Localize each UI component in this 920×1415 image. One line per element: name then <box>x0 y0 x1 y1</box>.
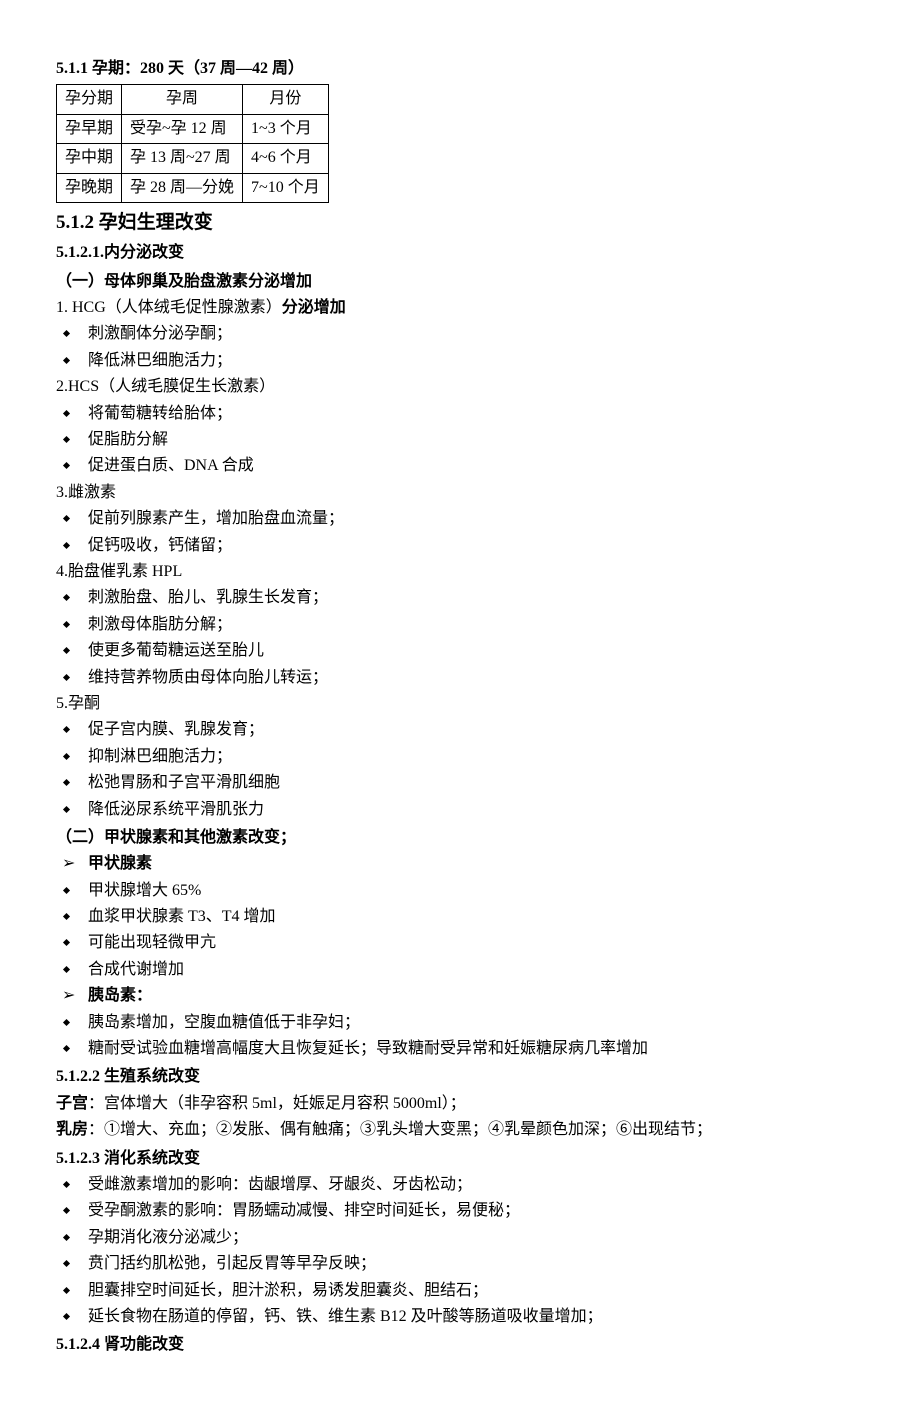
cell: 孕中期 <box>57 144 122 173</box>
list-item: 合成代谢增加 <box>56 957 864 983</box>
list-item: 受雌激素增加的影响：齿龈增厚、牙龈炎、牙齿松动； <box>56 1172 864 1198</box>
para-uterus: 子宫：宫体增大（非孕容积 5ml，妊娠足月容积 5000ml）； <box>56 1091 864 1117</box>
list-item: 将葡萄糖转给胎体； <box>56 401 864 427</box>
para-progesterone: 5.孕酮 <box>56 691 864 717</box>
section-two-title: （二）甲状腺素和其他激素改变； <box>56 825 864 851</box>
list-hcg: 刺激酮体分泌孕酮； 降低淋巴细胞活力； <box>56 321 864 374</box>
list-item: 刺激胎盘、胎儿、乳腺生长发育； <box>56 585 864 611</box>
text-bold: 分泌增加 <box>282 299 346 316</box>
heading-5-1-2-1: 5.1.2.1.内分泌改变 <box>56 240 864 266</box>
arrow-list-thyroid: 甲状腺素 <box>56 851 864 877</box>
list-item: 抑制淋巴细胞活力； <box>56 744 864 770</box>
pregnancy-period-table: 孕分期 孕周 月份 孕早期 受孕~孕 12 周 1~3 个月 孕中期 孕 13 … <box>56 84 329 203</box>
list-item: 可能出现轻微甲亢 <box>56 930 864 956</box>
table-row: 孕中期 孕 13 周~27 周 4~6 个月 <box>57 144 329 173</box>
list-item: 受孕酮激素的影响：胃肠蠕动减慢、排空时间延长，易便秘； <box>56 1198 864 1224</box>
cell: 孕晚期 <box>57 173 122 202</box>
list-item: 胰岛素增加，空腹血糖值低于非孕妇； <box>56 1010 864 1036</box>
list-item: 孕期消化液分泌减少； <box>56 1225 864 1251</box>
arrow-item: 胰岛素： <box>56 983 864 1009</box>
list-item: 促子宫内膜、乳腺发育； <box>56 717 864 743</box>
list-item: 降低泌尿系统平滑肌张力 <box>56 797 864 823</box>
list-insulin: 胰岛素增加，空腹血糖值低于非孕妇； 糖耐受试验血糖增高幅度大且恢复延长；导致糖耐… <box>56 1010 864 1063</box>
arrow-list-insulin: 胰岛素： <box>56 983 864 1009</box>
list-item: 促钙吸收，钙储留； <box>56 533 864 559</box>
list-item: 刺激母体脂肪分解； <box>56 612 864 638</box>
text: （人体绒毛促性腺激素） <box>106 299 282 316</box>
para-breast: 乳房：①增大、充血；②发胀、偶有触痛；③乳头增大变黑；④乳晕颜色加深；⑥出现结节… <box>56 1117 864 1143</box>
heading-5-1-2-2: 5.1.2.2 生殖系统改变 <box>56 1064 864 1090</box>
table-row: 孕晚期 孕 28 周—分娩 7~10 个月 <box>57 173 329 202</box>
list-item: 血浆甲状腺素 T3、T4 增加 <box>56 904 864 930</box>
list-item: 胆囊排空时间延长，胆汁淤积，易诱发胆囊炎、胆结石； <box>56 1278 864 1304</box>
para-estrogen: 3.雌激素 <box>56 480 864 506</box>
list-item: 维持营养物质由母体向胎儿转运； <box>56 665 864 691</box>
heading-5-1-2-3: 5.1.2.3 消化系统改变 <box>56 1146 864 1172</box>
cell: 孕早期 <box>57 114 122 143</box>
para-hcg: 1. HCG（人体绒毛促性腺激素）分泌增加 <box>56 295 864 321</box>
cell: 孕 28 周—分娩 <box>122 173 243 202</box>
list-item: 促脂肪分解 <box>56 427 864 453</box>
th-month: 月份 <box>243 85 329 114</box>
text-bold: 乳房 <box>56 1121 88 1138</box>
section-one-title: （一）母体卵巢及胎盘激素分泌增加 <box>56 269 864 295</box>
list-progesterone: 促子宫内膜、乳腺发育； 抑制淋巴细胞活力； 松弛胃肠和子宫平滑肌细胞 降低泌尿系… <box>56 717 864 823</box>
heading-5-1-1: 5.1.1 孕期：280 天（37 周—42 周） <box>56 56 864 82</box>
list-item: 甲状腺增大 65% <box>56 878 864 904</box>
arrow-item: 甲状腺素 <box>56 851 864 877</box>
list-hpl: 刺激胎盘、胎儿、乳腺生长发育； 刺激母体脂肪分解； 使更多葡萄糖运送至胎儿 维持… <box>56 585 864 691</box>
text: ：①增大、充血；②发胀、偶有触痛；③乳头增大变黑；④乳晕颜色加深；⑥出现结节； <box>88 1121 712 1138</box>
para-hcs: 2.HCS（人绒毛膜促生长激素） <box>56 374 864 400</box>
list-hcs: 将葡萄糖转给胎体； 促脂肪分解 促进蛋白质、DNA 合成 <box>56 401 864 480</box>
cell: 孕 13 周~27 周 <box>122 144 243 173</box>
th-period: 孕分期 <box>57 85 122 114</box>
heading-5-1-2: 5.1.2 孕妇生理改变 <box>56 207 864 238</box>
list-item: 贲门括约肌松弛，引起反胃等早孕反映； <box>56 1251 864 1277</box>
heading-5-1-2-4: 5.1.2.4 肾功能改变 <box>56 1332 864 1358</box>
list-item: 促进蛋白质、DNA 合成 <box>56 453 864 479</box>
list-item: 糖耐受试验血糖增高幅度大且恢复延长；导致糖耐受异常和妊娠糖尿病几率增加 <box>56 1036 864 1062</box>
th-week: 孕周 <box>122 85 243 114</box>
list-estrogen: 促前列腺素产生，增加胎盘血流量； 促钙吸收，钙储留； <box>56 506 864 559</box>
cell: 1~3 个月 <box>243 114 329 143</box>
text: 1. HCG <box>56 299 106 316</box>
cell: 受孕~孕 12 周 <box>122 114 243 143</box>
table-header-row: 孕分期 孕周 月份 <box>57 85 329 114</box>
cell: 7~10 个月 <box>243 173 329 202</box>
text-bold: 子宫 <box>56 1095 88 1112</box>
list-thyroid: 甲状腺增大 65% 血浆甲状腺素 T3、T4 增加 可能出现轻微甲亢 合成代谢增… <box>56 878 864 984</box>
list-item: 延长食物在肠道的停留，钙、铁、维生素 B12 及叶酸等肠道吸收量增加； <box>56 1304 864 1330</box>
table-row: 孕早期 受孕~孕 12 周 1~3 个月 <box>57 114 329 143</box>
list-item: 使更多葡萄糖运送至胎儿 <box>56 638 864 664</box>
list-item: 松弛胃肠和子宫平滑肌细胞 <box>56 770 864 796</box>
list-item: 刺激酮体分泌孕酮； <box>56 321 864 347</box>
list-item: 降低淋巴细胞活力； <box>56 348 864 374</box>
list-item: 促前列腺素产生，增加胎盘血流量； <box>56 506 864 532</box>
para-hpl: 4.胎盘催乳素 HPL <box>56 559 864 585</box>
text: ：宫体增大（非孕容积 5ml，妊娠足月容积 5000ml）； <box>88 1095 466 1112</box>
cell: 4~6 个月 <box>243 144 329 173</box>
list-digestive: 受雌激素增加的影响：齿龈增厚、牙龈炎、牙齿松动； 受孕酮激素的影响：胃肠蠕动减慢… <box>56 1172 864 1330</box>
